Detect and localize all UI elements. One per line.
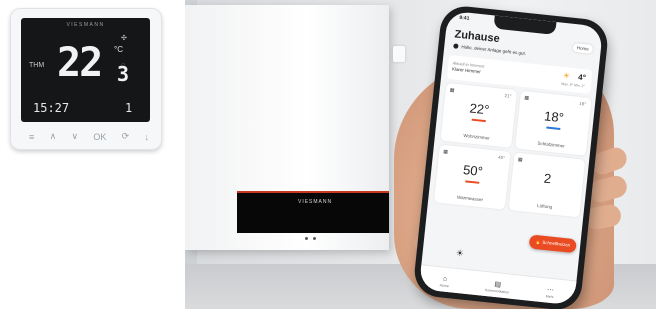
cooling-indicator: [545, 126, 560, 130]
target-temp: 21°: [504, 93, 512, 99]
tab-kommunikation[interactable]: ▤ Kommunikation: [480, 279, 515, 295]
thermostat-mode-label: THM: [29, 62, 45, 69]
room-temp: 22°: [468, 100, 491, 118]
quick-heat-label: Schnellheizen: [542, 239, 571, 248]
sun-icon: ☀: [562, 70, 571, 81]
card-lueftung[interactable]: ▦ 2 Lüftung: [508, 152, 586, 218]
room-thermostat: VIESMANN ✣ ◌ THM 22 °C 3 15:27 1 ≡ ∧ ∨ O…: [10, 8, 162, 150]
program-key[interactable]: ⟳: [122, 131, 130, 142]
heating-indicator: [464, 180, 479, 184]
temperature-unit: °C: [114, 45, 123, 54]
room-temp: 18°: [543, 108, 565, 126]
calendar-icon: ▦: [517, 156, 523, 164]
clock-time: 15:27: [33, 101, 70, 115]
boiler-control-panel: [237, 191, 389, 233]
calendar-icon: ▦: [449, 87, 455, 94]
ventilation-level: 2: [543, 170, 552, 187]
room-name: Wohnzimmer: [463, 132, 490, 141]
boiler-led: [313, 237, 316, 240]
menu-key[interactable]: ≡: [29, 132, 34, 142]
fan-icon: ✣: [121, 35, 127, 42]
wall-boiler: VIESMANN: [185, 5, 389, 250]
calendar-icon: ▦: [442, 148, 449, 156]
weather-minmax: Max. 8° Min. 2°: [561, 81, 586, 89]
temperature-decimal: 3: [117, 62, 130, 86]
sun-mode-icon[interactable]: ☀: [455, 248, 464, 260]
target-temp: 16°: [579, 100, 587, 107]
tab-label: Mehr: [545, 294, 554, 300]
room-card-schlafzimmer[interactable]: ▦ 16° 18° Schlafzimmer: [515, 90, 592, 156]
heating-indicator: [471, 118, 486, 122]
home-selector-button[interactable]: Home: [572, 42, 594, 54]
current-temperature: 22: [57, 40, 103, 86]
up-key[interactable]: ∧: [50, 131, 57, 142]
target-temp: 45°: [497, 154, 506, 161]
wall-socket: [393, 46, 405, 62]
weekday-number: 1: [125, 101, 133, 115]
page-title[interactable]: Zuhause: [454, 28, 500, 45]
thermostat-keys: ≡ ∧ ∨ OK ⟳ ↓: [29, 131, 149, 142]
down-key[interactable]: ∨: [71, 131, 78, 142]
back-key[interactable]: ↓: [145, 132, 150, 142]
room-card-wohnzimmer[interactable]: ▦ 21° 22° Wohnzimmer: [440, 82, 518, 148]
more-icon: ⋯: [546, 286, 555, 295]
card-name: Warmwasser: [456, 194, 484, 203]
card-warmwasser[interactable]: ▦ 45° 50° Warmwasser: [433, 144, 511, 210]
thermostat-display: VIESMANN ✣ ◌ THM 22 °C 3 15:27 1: [21, 18, 150, 122]
product-photo: VIESMANN 9:41 Zuhause Home Hallo, deiner…: [185, 0, 656, 309]
boiler-logo: VIESMANN: [298, 199, 333, 205]
thermostat-brand: VIESMANN: [66, 22, 105, 28]
status-text: Hallo, deiner Anlage geht es gut.: [461, 44, 527, 56]
quick-heat-button[interactable]: 🔥 Schnellheizen: [528, 234, 577, 254]
ok-key[interactable]: OK: [93, 132, 106, 142]
weather-temp: 4°: [577, 72, 587, 83]
app-screen: 9:41 Zuhause Home Hallo, deiner Anlage g…: [418, 10, 604, 306]
phone-notch: [493, 15, 557, 35]
water-temp: 50°: [462, 162, 484, 180]
system-status: Hallo, deiner Anlage geht es gut.: [453, 43, 526, 56]
card-name: Lüftung: [536, 203, 553, 210]
room-name: Schlafzimmer: [537, 140, 565, 149]
status-dot-icon: [453, 43, 459, 50]
calendar-icon: ▦: [524, 95, 530, 102]
tab-home[interactable]: ⌂ Home: [427, 274, 462, 289]
tab-mehr[interactable]: ⋯ Mehr: [533, 284, 568, 300]
status-bar-time: 9:41: [459, 14, 470, 22]
smartphone: 9:41 Zuhause Home Hallo, deiner Anlage g…: [412, 4, 610, 309]
tab-label: Home: [439, 283, 450, 289]
boiler-led: [305, 237, 308, 240]
